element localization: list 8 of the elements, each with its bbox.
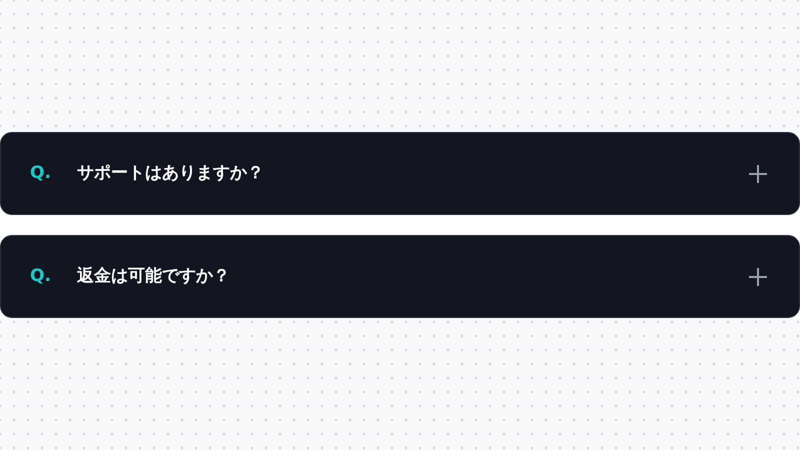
- plus-icon: [748, 266, 768, 286]
- plus-icon: [748, 164, 768, 184]
- question-text: サポートはありますか？: [77, 162, 265, 185]
- faq-item[interactable]: Q. サポートはありますか？: [0, 132, 800, 215]
- question-marker: Q.: [30, 264, 52, 288]
- question-text: 返金は可能ですか？: [77, 264, 231, 288]
- faq-item[interactable]: Q. 返金は可能ですか？: [0, 235, 800, 318]
- question-marker: Q.: [30, 162, 52, 185]
